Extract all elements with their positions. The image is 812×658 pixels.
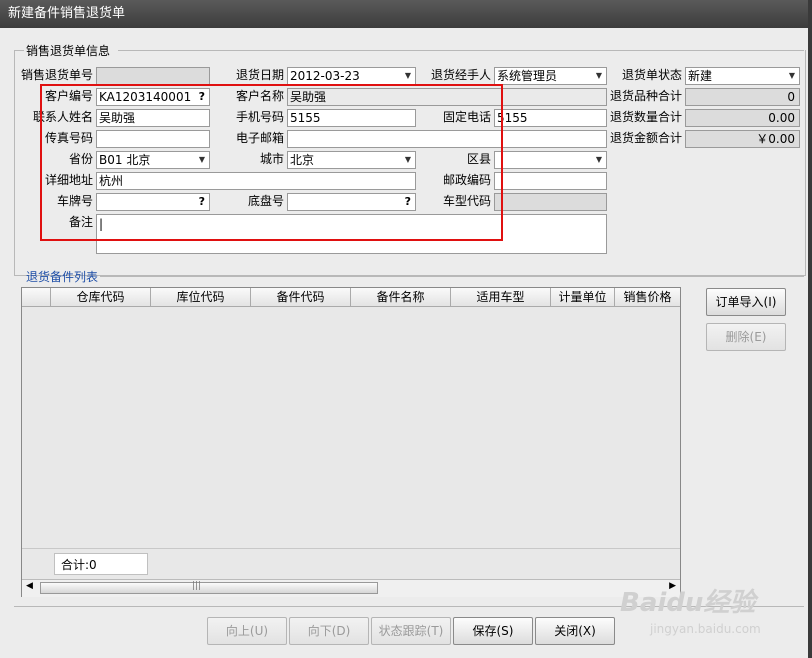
model-code-label: 车型代码 bbox=[442, 194, 491, 208]
lookup-icon[interactable]: ? bbox=[199, 194, 205, 210]
column-header[interactable]: 库位代码 bbox=[151, 288, 251, 306]
handler-select[interactable]: 系统管理员 ▼ bbox=[494, 67, 607, 85]
status-value: 新建 bbox=[688, 69, 713, 83]
parts-section-title: 退货备件列表 bbox=[26, 270, 99, 284]
province-label: 省份 bbox=[68, 152, 93, 166]
customer-name-field[interactable]: 吴助强 bbox=[287, 88, 607, 106]
amount-total-label: 退货金额合计 bbox=[609, 131, 682, 145]
horizontal-scrollbar[interactable]: ◀ ||| ▶ bbox=[22, 579, 680, 597]
chevron-down-icon[interactable]: ▼ bbox=[789, 68, 795, 84]
district-select[interactable]: ▼ bbox=[494, 151, 607, 169]
watermark-url: jingyan.baidu.com bbox=[650, 622, 761, 636]
plate-field[interactable]: ? bbox=[96, 193, 210, 211]
province-value: B01 北京 bbox=[99, 153, 151, 167]
address-label: 详细地址 bbox=[44, 173, 93, 187]
handler-label: 退货经手人 bbox=[430, 68, 491, 82]
handler-value: 系统管理员 bbox=[497, 69, 558, 83]
status-track-button[interactable]: 状态跟踪(T) bbox=[371, 617, 451, 645]
group-border bbox=[100, 276, 804, 277]
city-value: 北京 bbox=[290, 153, 315, 167]
postcode-field[interactable] bbox=[494, 172, 607, 190]
status-select[interactable]: 新建 ▼ bbox=[685, 67, 800, 85]
fax-field[interactable] bbox=[96, 130, 210, 148]
address-field[interactable]: 杭州 bbox=[96, 172, 416, 190]
import-order-button[interactable]: 订单导入(I) bbox=[706, 288, 786, 316]
return-date-field[interactable]: 2012-03-23 ▼ bbox=[287, 67, 416, 85]
chassis-field[interactable]: ? bbox=[287, 193, 416, 211]
grip-icon: ||| bbox=[192, 581, 202, 591]
city-label: 城市 bbox=[259, 152, 284, 166]
save-button[interactable]: 保存(S) bbox=[453, 617, 533, 645]
mobile-label: 手机号码 bbox=[235, 110, 284, 124]
chevron-down-icon[interactable]: ▼ bbox=[199, 152, 205, 168]
grid-total: 合计:0 bbox=[54, 553, 148, 575]
column-header[interactable]: 适用车型 bbox=[451, 288, 551, 306]
customer-name-label: 客户名称 bbox=[235, 89, 284, 103]
grid-corner bbox=[22, 288, 51, 306]
window-title: 新建备件销售退货单 bbox=[0, 0, 808, 28]
prev-button[interactable]: 向上(U) bbox=[207, 617, 287, 645]
remark-label: 备注 bbox=[68, 215, 93, 229]
province-select[interactable]: B01 北京 ▼ bbox=[96, 151, 210, 169]
phone-field[interactable]: 5155 bbox=[494, 109, 607, 127]
return-no-label: 销售退货单号 bbox=[20, 68, 93, 82]
lookup-icon[interactable]: ? bbox=[405, 194, 411, 210]
city-select[interactable]: 北京 ▼ bbox=[287, 151, 416, 169]
grid-header: 仓库代码 库位代码 备件代码 备件名称 适用车型 计量单位 销售价格 bbox=[22, 288, 680, 307]
email-field[interactable] bbox=[287, 130, 607, 148]
chevron-down-icon[interactable]: ▼ bbox=[596, 68, 602, 84]
column-header[interactable]: 销售价格 bbox=[615, 288, 680, 306]
remark-textarea[interactable]: | bbox=[96, 214, 607, 254]
customer-code-value: KA1203140001 bbox=[99, 90, 192, 104]
email-label: 电子邮箱 bbox=[235, 131, 284, 145]
column-header[interactable]: 备件代码 bbox=[251, 288, 351, 306]
plate-label: 车牌号 bbox=[56, 194, 93, 208]
status-label: 退货单状态 bbox=[621, 68, 682, 82]
variety-total-field: 0 bbox=[685, 88, 800, 106]
amount-total-field: ￥0.00 bbox=[685, 130, 800, 148]
chevron-down-icon[interactable]: ▼ bbox=[405, 68, 411, 84]
close-button[interactable]: 关闭(X) bbox=[535, 617, 615, 645]
phone-label: 固定电话 bbox=[442, 110, 491, 124]
model-code-field[interactable] bbox=[494, 193, 607, 211]
mobile-field[interactable]: 5155 bbox=[287, 109, 416, 127]
fax-label: 传真号码 bbox=[44, 131, 93, 145]
customer-code-field[interactable]: KA1203140001 ? bbox=[96, 88, 210, 106]
variety-total-label: 退货品种合计 bbox=[609, 89, 682, 103]
return-no-field[interactable] bbox=[96, 67, 210, 85]
dialog-window: 新建备件销售退货单 销售退货单信息 销售退货单号 退货日期 2012-03-23… bbox=[0, 0, 812, 658]
district-label: 区县 bbox=[466, 152, 491, 166]
chassis-label: 底盘号 bbox=[247, 194, 284, 208]
contact-name-field[interactable]: 吴助强 bbox=[96, 109, 210, 127]
column-header[interactable]: 备件名称 bbox=[351, 288, 451, 306]
scrollbar-thumb[interactable] bbox=[40, 582, 378, 594]
chevron-down-icon[interactable]: ▼ bbox=[596, 152, 602, 168]
grid-footer: 合计:0 bbox=[22, 548, 680, 579]
qty-total-field: 0.00 bbox=[685, 109, 800, 127]
next-button[interactable]: 向下(D) bbox=[289, 617, 369, 645]
chevron-down-icon[interactable]: ▼ bbox=[405, 152, 411, 168]
qty-total-label: 退货数量合计 bbox=[609, 110, 682, 124]
return-date-value: 2012-03-23 bbox=[290, 69, 360, 83]
contact-name-label: 联系人姓名 bbox=[32, 110, 93, 124]
scroll-left-icon[interactable]: ◀ bbox=[26, 581, 33, 591]
watermark-logo: Baidu经验 bbox=[620, 588, 756, 618]
column-header[interactable]: 仓库代码 bbox=[51, 288, 151, 306]
parts-grid[interactable]: 仓库代码 库位代码 备件代码 备件名称 适用车型 计量单位 销售价格 合计:0 bbox=[21, 287, 681, 597]
column-header[interactable]: 计量单位 bbox=[551, 288, 615, 306]
lookup-icon[interactable]: ? bbox=[199, 89, 205, 105]
postcode-label: 邮政编码 bbox=[442, 173, 491, 187]
delete-button[interactable]: 删除(E) bbox=[706, 323, 786, 351]
customer-code-label: 客户编号 bbox=[44, 89, 93, 103]
return-date-label: 退货日期 bbox=[235, 68, 284, 82]
